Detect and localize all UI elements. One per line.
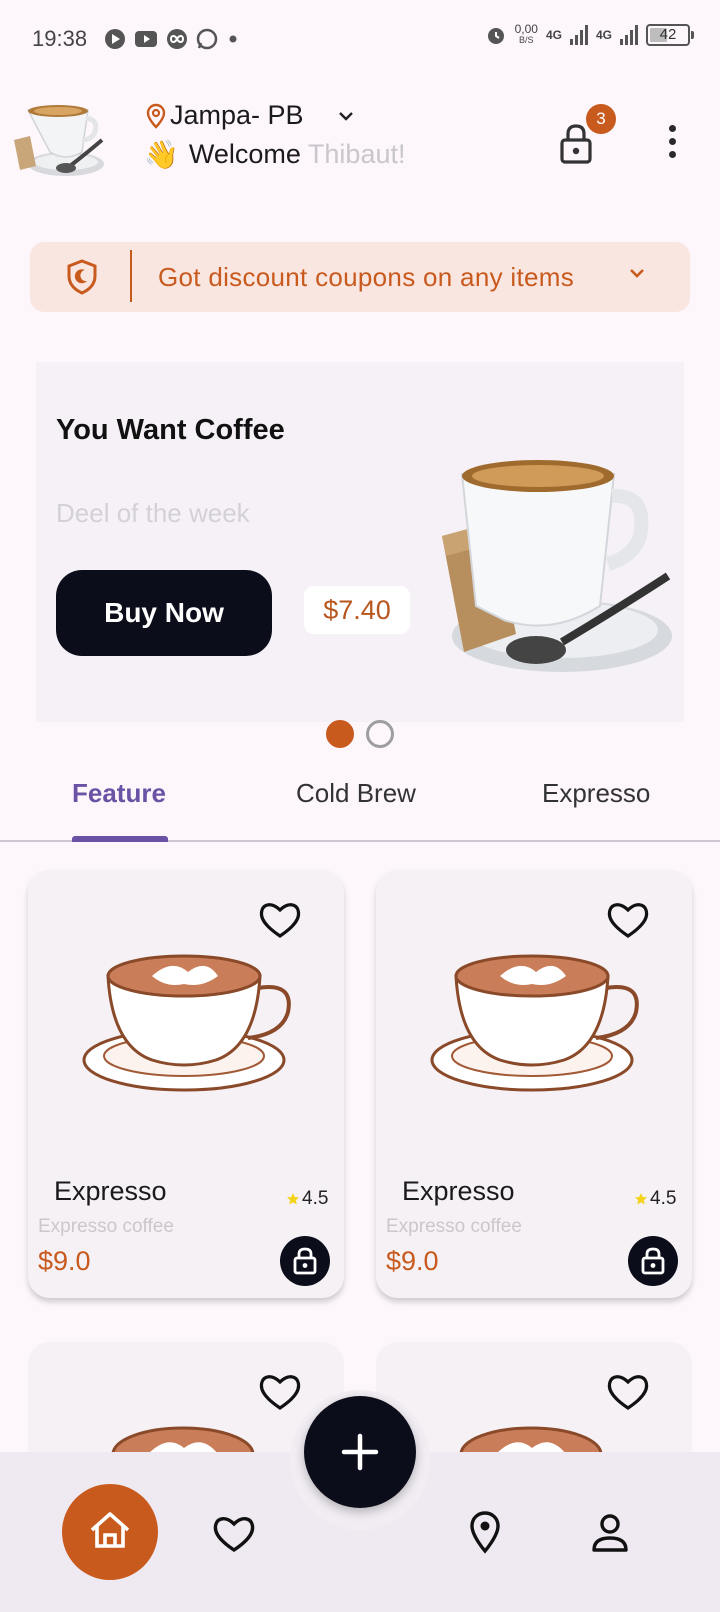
- tab-expresso[interactable]: Expresso: [542, 778, 650, 809]
- welcome-message: 👋 Welcome Thibaut!: [144, 138, 405, 171]
- product-name: Expresso: [54, 1176, 167, 1206]
- carousel-dot-1[interactable]: [326, 720, 354, 748]
- dot-icon: [668, 124, 676, 132]
- cart-count-badge: 3: [586, 104, 616, 134]
- product-card[interactable]: Expresso 4.5 Expresso coffee $9.0: [376, 870, 692, 1298]
- nav-location-pin-icon[interactable]: [468, 1510, 502, 1554]
- shield-icon: [67, 259, 97, 295]
- buy-now-button[interactable]: Buy Now: [56, 570, 272, 656]
- tab-feature[interactable]: Feature: [72, 778, 166, 809]
- play-circle-icon: [105, 29, 125, 49]
- infinity-icon: [167, 29, 187, 49]
- product-price: $9.0: [386, 1246, 439, 1276]
- notification-icons: [104, 28, 240, 50]
- heart-icon[interactable]: [606, 1372, 650, 1412]
- dot-icon: [668, 150, 676, 158]
- signal-icon: [620, 25, 638, 45]
- coffee-sketch-image: [82, 954, 291, 1092]
- coupon-divider: [130, 250, 132, 302]
- dot-icon: [229, 35, 237, 43]
- user-name: Thibaut!: [307, 139, 406, 169]
- carousel-indicators: [326, 720, 394, 748]
- chevron-down-icon: [338, 111, 353, 121]
- status-bar: 19:38 0,00 B/S 4G 4G 42: [0, 0, 720, 80]
- youtube-icon: [135, 31, 157, 47]
- add-to-cart-button[interactable]: [280, 1236, 330, 1286]
- wave-emoji: 👋: [144, 139, 179, 170]
- heart-icon[interactable]: [606, 900, 650, 940]
- category-tabs: Feature Cold Brew Expresso: [0, 770, 720, 842]
- more-options-button[interactable]: [660, 116, 684, 166]
- promo-carousel-slide[interactable]: You Want Coffee Deel of the week Buy Now…: [36, 362, 684, 722]
- coffee-cup-avatar[interactable]: [10, 96, 106, 182]
- alarm-icon: [487, 28, 504, 44]
- coffee-cup-image: [442, 460, 672, 672]
- promo-subtitle: Deel of the week: [56, 498, 250, 528]
- network-type-2: 4G: [595, 28, 612, 42]
- app-header: Jampa- PB 👋 Welcome Thibaut! 3: [0, 90, 720, 190]
- net-speed: 0,00 B/S: [514, 22, 538, 45]
- add-to-cart-button[interactable]: [628, 1236, 678, 1286]
- product-description: Expresso coffee: [38, 1216, 174, 1237]
- signal-icon: [569, 25, 588, 45]
- product-rating: 4.5: [634, 1188, 676, 1210]
- location-pin-icon: [146, 103, 166, 129]
- tab-indicator: [72, 836, 168, 842]
- nav-favorites-heart-icon[interactable]: [212, 1514, 256, 1554]
- product-rating: 4.5: [286, 1188, 328, 1210]
- discount-coupon-banner[interactable]: Got discount coupons on any items: [30, 242, 690, 312]
- heart-icon[interactable]: [258, 1372, 302, 1412]
- promo-title: You Want Coffee: [56, 414, 285, 446]
- product-price: $9.0: [38, 1246, 91, 1276]
- product-name: Expresso: [402, 1176, 515, 1206]
- star-icon: [635, 1193, 647, 1205]
- dot-icon: [668, 137, 676, 145]
- home-icon: [90, 1512, 130, 1548]
- plus-icon: [341, 1433, 379, 1471]
- system-icons: 0,00 B/S 4G 4G 42: [485, 22, 694, 46]
- heart-icon[interactable]: [258, 900, 302, 940]
- chevron-down-icon: [630, 269, 644, 278]
- battery-indicator: 42: [646, 24, 694, 46]
- nav-profile-user-icon[interactable]: [590, 1512, 630, 1554]
- lock-bag-icon: [293, 1247, 317, 1275]
- carousel-dot-2[interactable]: [366, 720, 394, 748]
- welcome-text: Welcome: [188, 139, 301, 169]
- location-label: Jampa- PB: [170, 100, 304, 130]
- coupon-text: Got discount coupons on any items: [158, 262, 575, 292]
- whatsapp-icon: [196, 28, 218, 50]
- add-fab-button[interactable]: [304, 1396, 416, 1508]
- promo-price: $7.40: [304, 586, 410, 634]
- product-description: Expresso coffee: [386, 1216, 522, 1237]
- star-icon: [287, 1193, 299, 1205]
- product-card[interactable]: Expresso 4.5 Expresso coffee $9.0: [28, 870, 344, 1298]
- location-selector[interactable]: Jampa- PB: [146, 100, 354, 131]
- tab-cold-brew[interactable]: Cold Brew: [296, 778, 416, 809]
- coffee-sketch-image: [430, 954, 639, 1092]
- lock-bag-icon: [641, 1247, 665, 1275]
- network-type-1: 4G: [545, 28, 562, 42]
- nav-home-button[interactable]: [62, 1484, 158, 1580]
- status-time: 19:38: [32, 26, 88, 51]
